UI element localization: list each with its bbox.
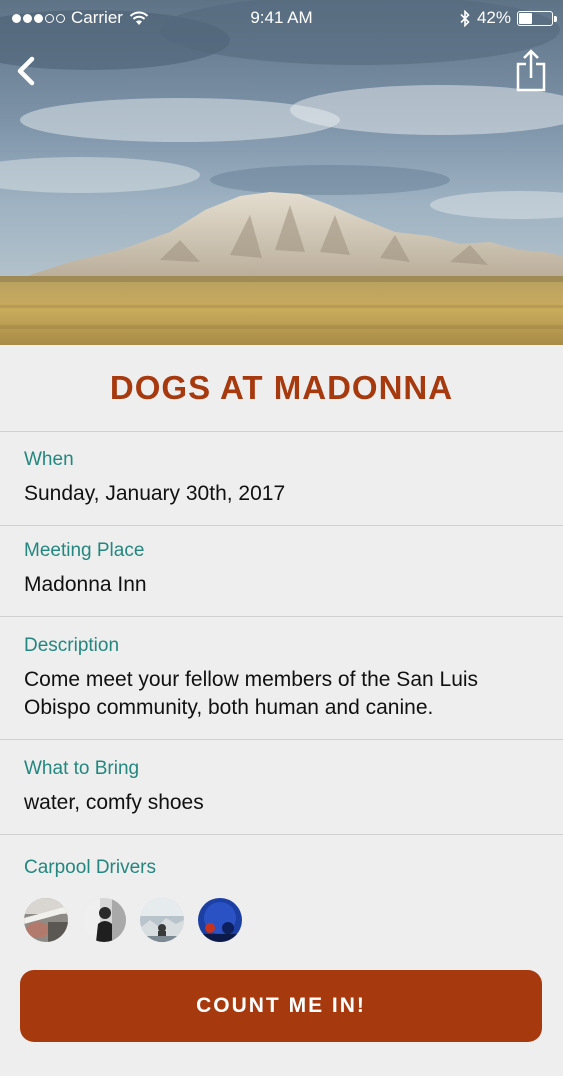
battery-percentage: 42% xyxy=(476,8,511,27)
event-title: DOGS AT MADONNA xyxy=(109,369,454,406)
status-right: 42% xyxy=(459,8,557,28)
battery-level xyxy=(519,12,533,24)
meeting-place-section: Meeting Place Madonna Inn xyxy=(0,526,563,617)
meeting-place-label: Meeting Place xyxy=(24,540,145,561)
carpool-driver-list xyxy=(24,898,539,942)
driver-photo xyxy=(24,898,68,942)
chevron-left-icon xyxy=(17,56,35,86)
hero-image: Carrier 9:41 AM 42% xyxy=(0,0,563,345)
carpool-label: Carpool Drivers xyxy=(24,857,156,878)
share-button[interactable] xyxy=(515,48,547,92)
status-bar: Carrier 9:41 AM 42% xyxy=(0,0,563,38)
when-value: Sunday, January 30th, 2017 xyxy=(24,482,286,505)
count-me-in-button[interactable]: COUNT ME IN! xyxy=(20,970,542,1042)
battery-icon xyxy=(517,10,557,26)
description-section: Description Come meet your fellow member… xyxy=(0,617,563,740)
bluetooth-icon xyxy=(460,9,470,27)
description-label: Description xyxy=(24,635,120,656)
avatar[interactable] xyxy=(82,898,126,942)
what-to-bring-value: water, comfy shoes xyxy=(24,791,204,814)
driver-photo xyxy=(82,898,126,942)
avatar[interactable] xyxy=(198,898,242,942)
back-button[interactable] xyxy=(12,54,46,88)
share-icon xyxy=(516,49,546,92)
title-section: DOGS AT MADONNA xyxy=(0,345,563,432)
when-section: When Sunday, January 30th, 2017 xyxy=(0,432,563,526)
when-label: When xyxy=(24,449,74,470)
avatar[interactable] xyxy=(24,898,68,942)
what-to-bring-section: What to Bring water, comfy shoes xyxy=(0,740,563,835)
driver-photo xyxy=(140,898,184,942)
description-value: Come meet your fellow members of the San… xyxy=(24,668,479,719)
meeting-place-value: Madonna Inn xyxy=(24,573,147,596)
what-to-bring-label: What to Bring xyxy=(24,758,140,779)
avatar[interactable] xyxy=(140,898,184,942)
landscape-photo xyxy=(0,0,563,345)
carpool-section: Carpool Drivers xyxy=(0,835,563,965)
driver-photo xyxy=(198,898,242,942)
